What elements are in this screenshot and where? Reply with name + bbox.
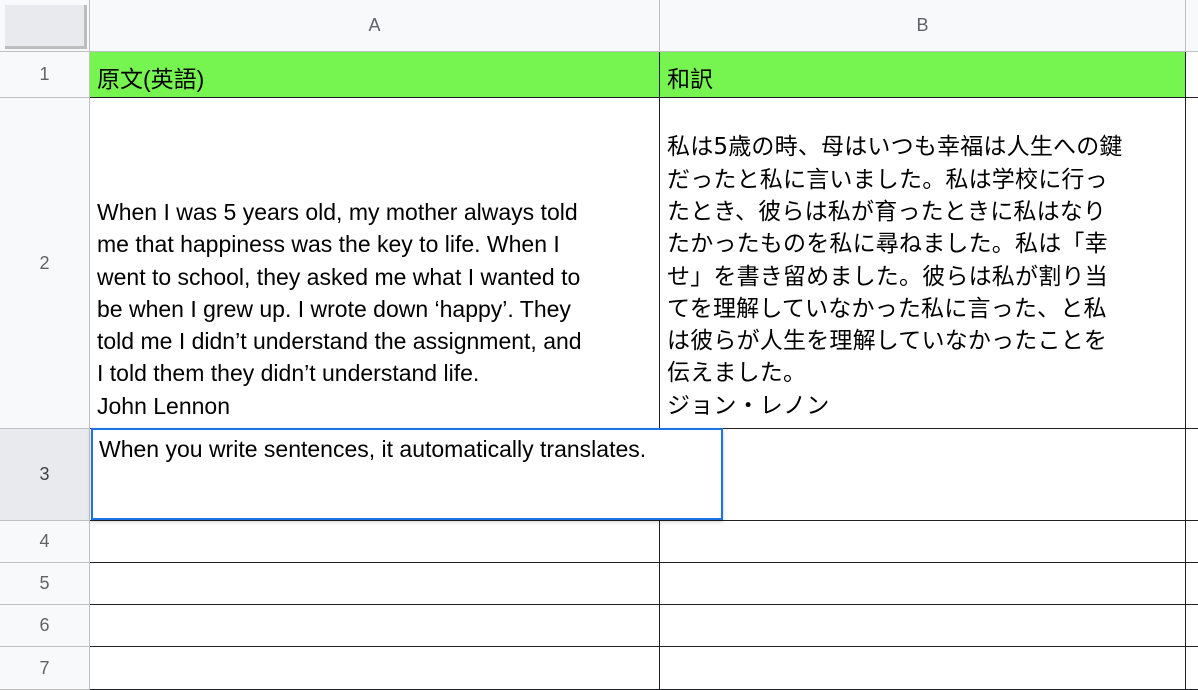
corner-shade xyxy=(5,5,87,49)
cell-b3[interactable] xyxy=(660,429,1186,521)
column-header-label: A xyxy=(368,15,381,35)
cell-b1[interactable]: 和訳 xyxy=(660,52,1186,98)
row-header-label: 2 xyxy=(39,252,50,273)
row-header-6[interactable]: 6 xyxy=(0,605,90,647)
cell-a4[interactable] xyxy=(90,521,660,563)
cell-c1[interactable] xyxy=(1186,52,1198,98)
cell-editor-text: When you write sentences, it automatical… xyxy=(99,436,647,462)
column-header-c[interactable] xyxy=(1186,0,1198,52)
cell-text: 私は5歳の時、母はいつも幸福は人生への鍵 だったと私に言いました。私は学校に行っ… xyxy=(667,134,1123,419)
cell-a5[interactable] xyxy=(90,563,660,605)
column-header-b[interactable]: B xyxy=(660,0,1186,52)
row-header-label: 4 xyxy=(39,531,50,551)
select-all-corner[interactable] xyxy=(0,0,90,52)
column-header-a[interactable]: A xyxy=(90,0,660,52)
cell-c7[interactable] xyxy=(1186,647,1198,690)
column-header-label: B xyxy=(916,15,929,35)
cell-b4[interactable] xyxy=(660,521,1186,563)
row-header-label: 6 xyxy=(39,615,50,635)
cell-c4[interactable] xyxy=(1186,521,1198,563)
row-header-label: 7 xyxy=(39,657,50,678)
cell-b5[interactable] xyxy=(660,563,1186,605)
cell-text: When I was 5 years old, my mother always… xyxy=(97,198,582,419)
cell-b6[interactable] xyxy=(660,605,1186,647)
cell-editor-a3[interactable]: When you write sentences, it automatical… xyxy=(91,428,723,520)
cell-c6[interactable] xyxy=(1186,605,1198,647)
cell-a7[interactable] xyxy=(90,647,660,690)
cell-text: 和訳 xyxy=(667,66,713,92)
spreadsheet-grid: A B 1 2 3 4 5 6 7 原文(英語) 和訳 When I was 5… xyxy=(0,0,1198,690)
cell-a1[interactable]: 原文(英語) xyxy=(90,52,660,98)
cell-b2[interactable]: 私は5歳の時、母はいつも幸福は人生への鍵 だったと私に言いました。私は学校に行っ… xyxy=(660,98,1186,429)
cell-text: 原文(英語) xyxy=(97,66,205,92)
row-header-label: 1 xyxy=(39,64,50,84)
cell-b7[interactable] xyxy=(660,647,1186,690)
row-header-label: 3 xyxy=(39,464,50,484)
row-header-4[interactable]: 4 xyxy=(0,521,90,563)
row-header-7[interactable]: 7 xyxy=(0,647,90,690)
cell-a2[interactable]: When I was 5 years old, my mother always… xyxy=(90,98,660,429)
cell-c2[interactable] xyxy=(1186,98,1198,429)
row-header-1[interactable]: 1 xyxy=(0,52,90,98)
cell-c5[interactable] xyxy=(1186,563,1198,605)
row-header-label: 5 xyxy=(39,573,50,593)
row-header-3[interactable]: 3 xyxy=(0,429,90,521)
row-header-2[interactable]: 2 xyxy=(0,98,90,429)
cell-a6[interactable] xyxy=(90,605,660,647)
row-header-5[interactable]: 5 xyxy=(0,563,90,605)
cell-c3[interactable] xyxy=(1186,429,1198,521)
